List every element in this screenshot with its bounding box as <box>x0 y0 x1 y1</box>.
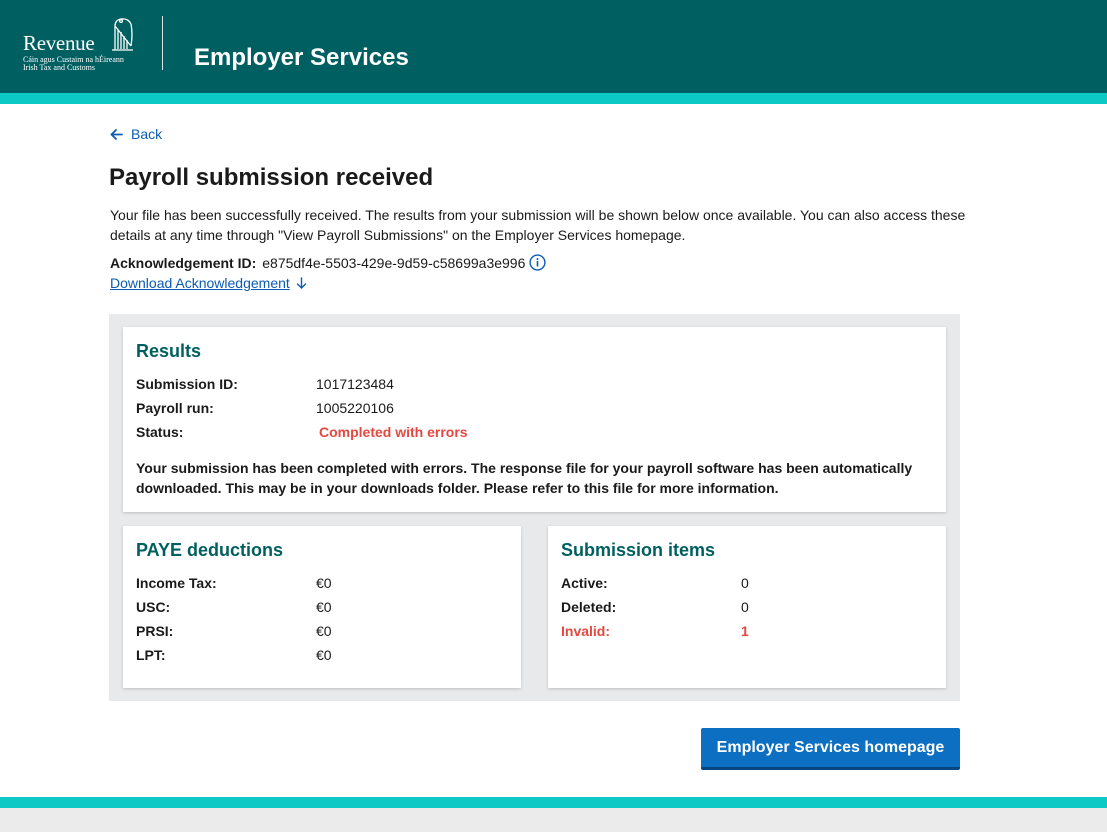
submission-items-card: Submission items Active: 0 Deleted: 0 In… <box>548 526 946 688</box>
info-circle-icon[interactable] <box>529 254 546 271</box>
harp-icon <box>112 18 133 51</box>
back-link[interactable]: Back <box>110 126 162 142</box>
page-title: Payroll submission received <box>109 164 434 191</box>
status-row: Status: Completed with errors <box>136 424 468 440</box>
submission-id-row: Submission ID: 1017123484 <box>136 376 394 392</box>
site-header: Revenue Cáin agus Custaim na hÉireann Ir… <box>0 0 1107 93</box>
income-tax-row: Income Tax: €0 <box>136 575 332 591</box>
site-title: Employer Services <box>194 44 409 71</box>
acknowledgement-id: e875df4e-5503-429e-9d59-c58699a3e996 <box>262 254 526 271</box>
back-label: Back <box>131 126 163 142</box>
logo-wordmark: Revenue <box>23 31 95 55</box>
arrow-down-icon <box>296 277 306 289</box>
download-label: Download Acknowledgement <box>110 275 290 291</box>
payroll-run-value: 1005220106 <box>316 400 394 416</box>
header-accent-stripe <box>0 93 1107 104</box>
submission-id-label: Submission ID: <box>136 376 238 392</box>
lpt-value: €0 <box>316 647 332 663</box>
results-heading: Results <box>136 341 202 361</box>
lpt-row: LPT: €0 <box>136 647 332 663</box>
status-label: Status: <box>136 424 184 440</box>
submission-id-value: 1017123484 <box>316 376 394 392</box>
header-divider <box>162 16 163 70</box>
prsi-value: €0 <box>316 623 332 639</box>
invalid-label: Invalid: <box>561 623 611 639</box>
lpt-label: LPT: <box>136 647 166 663</box>
paye-heading: PAYE deductions <box>136 540 284 560</box>
acknowledgement-label: Acknowledgement ID: <box>110 254 257 271</box>
revenue-logo[interactable]: Revenue Cáin agus Custaim na hÉireann Ir… <box>23 16 143 76</box>
invalid-value: 1 <box>741 623 749 639</box>
deleted-label: Deleted: <box>561 599 617 615</box>
prsi-label: PRSI: <box>136 623 174 639</box>
active-row: Active: 0 <box>561 575 749 591</box>
usc-label: USC: <box>136 599 171 615</box>
site-footer <box>0 808 1107 832</box>
deleted-row: Deleted: 0 <box>561 599 749 615</box>
submission-items-heading: Submission items <box>561 540 716 560</box>
results-card: Results Submission ID: 1017123484 Payrol… <box>123 327 946 512</box>
invalid-row: Invalid: 1 <box>561 623 749 639</box>
usc-row: USC: €0 <box>136 599 332 615</box>
active-label: Active: <box>561 575 608 591</box>
prsi-row: PRSI: €0 <box>136 623 332 639</box>
paye-deductions-card: PAYE deductions Income Tax: €0 USC: €0 P… <box>123 526 521 688</box>
results-note: Your submission has been completed with … <box>136 460 913 496</box>
logo-english-tagline: Irish Tax and Customs <box>23 63 95 72</box>
download-acknowledgement-link[interactable]: Download Acknowledgement <box>110 275 307 291</box>
footer-accent-stripe <box>0 797 1107 808</box>
payroll-run-label: Payroll run: <box>136 400 214 416</box>
acknowledgement-row: Acknowledgement ID: e875df4e-5503-429e-9… <box>110 254 546 271</box>
income-tax-label: Income Tax: <box>136 575 217 591</box>
status-badge: Completed with errors <box>319 424 468 440</box>
deleted-value: 0 <box>741 599 749 615</box>
payroll-run-row: Payroll run: 1005220106 <box>136 400 394 416</box>
employer-services-homepage-button[interactable]: Employer Services homepage <box>701 728 960 770</box>
arrow-left-icon <box>110 128 123 140</box>
results-panel: Results Submission ID: 1017123484 Payrol… <box>109 314 960 701</box>
income-tax-value: €0 <box>316 575 332 591</box>
intro-text: Your file has been successfully received… <box>110 207 966 243</box>
usc-value: €0 <box>316 599 332 615</box>
active-value: 0 <box>741 575 749 591</box>
